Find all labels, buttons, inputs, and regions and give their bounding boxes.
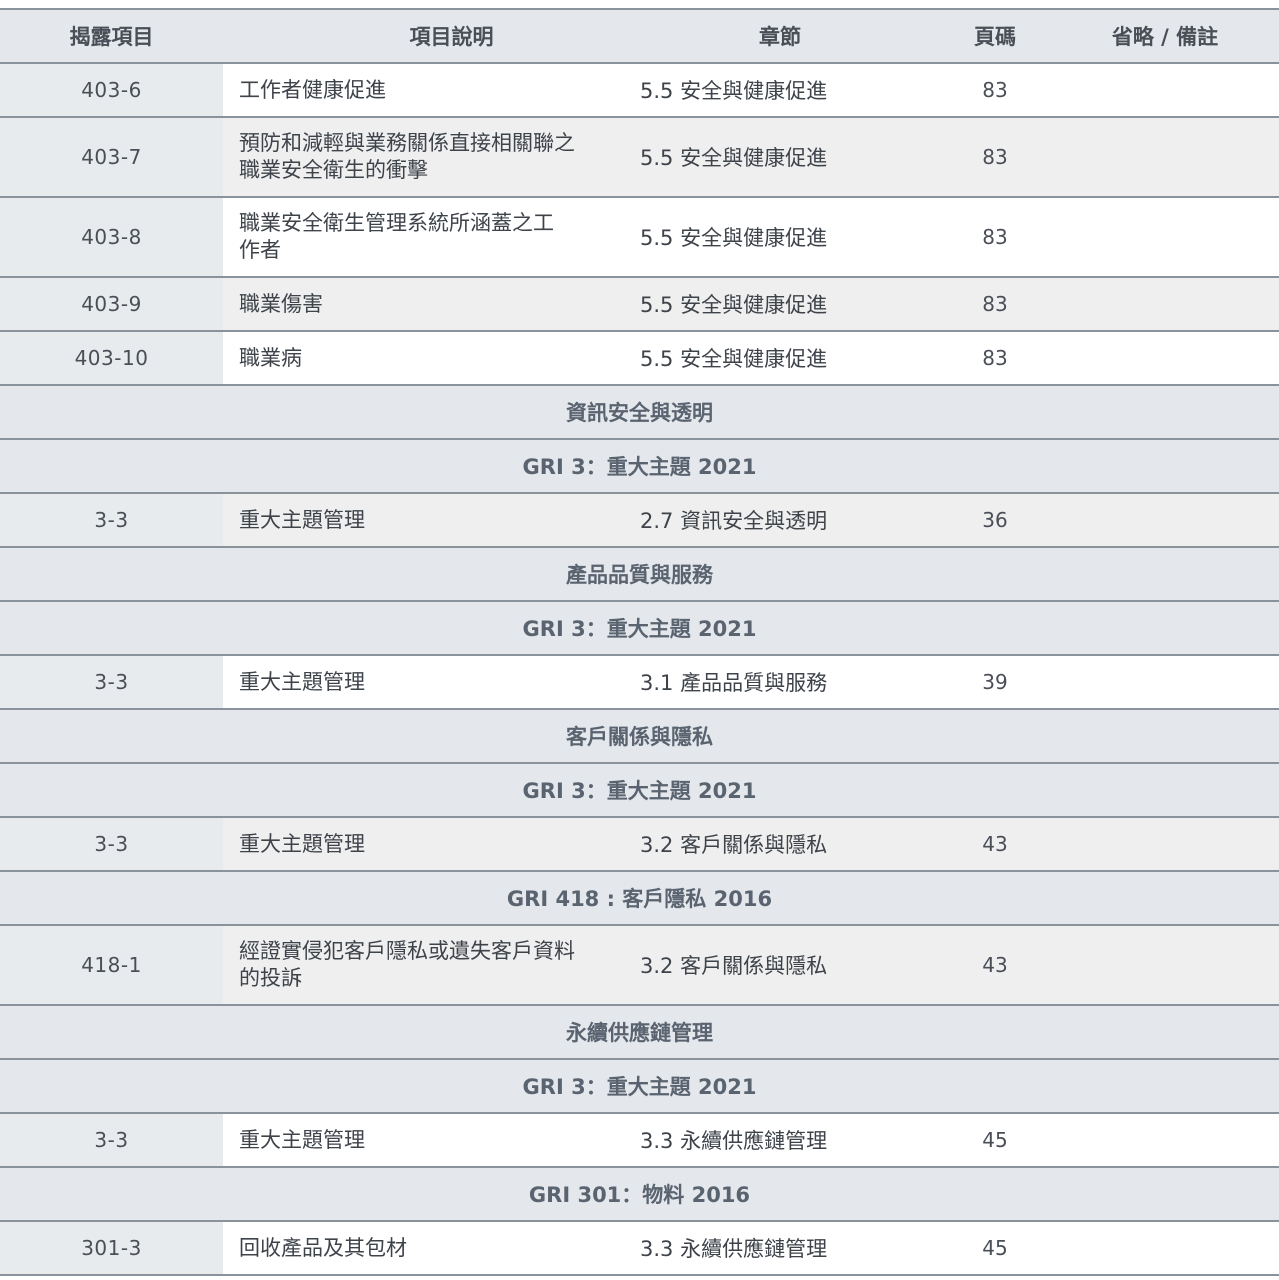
disclosure-description: 重大主題管理 (239, 507, 365, 532)
disclosure-code: 403-9 (0, 278, 223, 330)
chapter-reference: 5.5 安全與健康促進 (640, 347, 828, 371)
description-line: 經證實侵犯客戶隱私或遺失客戶資料 (239, 939, 575, 963)
page-number: 83 (982, 292, 1008, 316)
description-line: 作者 (239, 238, 281, 262)
disclosure-code: 301-3 (0, 1222, 223, 1274)
page-number: 39 (982, 670, 1008, 694)
disclosure-description: 職業病 (239, 345, 302, 370)
disclosure-code: 418-1 (0, 926, 223, 1004)
chapter-reference: 5.5 安全與健康促進 (640, 293, 828, 317)
header-code: 揭露項目 (69, 25, 154, 49)
chapter-reference: 3.2 客戶關係與隱私 (640, 954, 828, 978)
chapter-reference: 3.1 產品品質與服務 (640, 671, 828, 695)
disclosure-description: 職業傷害 (239, 291, 323, 316)
section-heading: 產品品質與服務 (0, 548, 1279, 602)
gri-standard-heading: GRI 3：重大主題 2021 (0, 1060, 1279, 1114)
description-line: 的投訴 (239, 966, 302, 990)
table-row: 3-3 重大主題管理 3.3 永續供應鏈管理 45 (0, 1114, 1279, 1168)
page-number: 83 (982, 145, 1008, 169)
gri-content-index-table: 揭露項目 項目說明 章節 頁碼 省略 / 備註 403-6 工作者健康促進 5.… (0, 8, 1279, 1276)
table-row: 403-9 職業傷害 5.5 安全與健康促進 83 (0, 278, 1279, 332)
page-number: 45 (982, 1128, 1008, 1152)
section-heading: 客戶關係與隱私 (0, 710, 1279, 764)
disclosure-description: 經證實侵犯客戶隱私或遺失客戶資料 的投訴 (239, 938, 619, 992)
page-number: 36 (982, 508, 1008, 532)
table-row: 3-3 重大主題管理 3.1 產品品質與服務 39 (0, 656, 1279, 710)
header-description: 項目說明 (409, 25, 494, 49)
gri-standard-heading: GRI 3：重大主題 2021 (0, 440, 1279, 494)
chapter-reference: 3.2 客戶關係與隱私 (640, 833, 828, 857)
disclosure-code: 403-7 (0, 118, 223, 196)
description-line: 職業安全衛生管理系統所涵蓋之工 (239, 211, 554, 235)
disclosure-code: 3-3 (0, 1114, 223, 1166)
chapter-reference: 2.7 資訊安全與透明 (640, 509, 828, 533)
table-row: 418-1 經證實侵犯客戶隱私或遺失客戶資料 的投訴 3.2 客戶關係與隱私 4… (0, 926, 1279, 1006)
disclosure-code: 3-3 (0, 656, 223, 708)
chapter-reference: 5.5 安全與健康促進 (640, 226, 828, 250)
gri-standard-heading: GRI 301：物料 2016 (0, 1168, 1279, 1222)
page-number: 83 (982, 78, 1008, 102)
table-header: 揭露項目 項目說明 章節 頁碼 省略 / 備註 (0, 8, 1279, 64)
page-number: 83 (982, 225, 1008, 249)
disclosure-code: 3-3 (0, 494, 223, 546)
table-row: 3-3 重大主題管理 2.7 資訊安全與透明 36 (0, 494, 1279, 548)
table-row: 403-7 預防和減輕與業務關係直接相關聯之 職業安全衛生的衝擊 5.5 安全與… (0, 118, 1279, 198)
chapter-reference: 3.3 永續供應鏈管理 (640, 1129, 828, 1153)
table-row: 301-3 回收產品及其包材 3.3 永續供應鏈管理 45 (0, 1222, 1279, 1276)
section-heading: 資訊安全與透明 (0, 386, 1279, 440)
disclosure-description: 工作者健康促進 (239, 77, 386, 102)
disclosure-code: 403-6 (0, 64, 223, 116)
page-number: 45 (982, 1236, 1008, 1260)
disclosure-description: 預防和減輕與業務關係直接相關聯之 職業安全衛生的衝擊 (239, 130, 619, 184)
page-number: 83 (982, 346, 1008, 370)
disclosure-description: 重大主題管理 (239, 1127, 365, 1152)
table-row: 3-3 重大主題管理 3.2 客戶關係與隱私 43 (0, 818, 1279, 872)
table-row: 403-8 職業安全衛生管理系統所涵蓋之工 作者 5.5 安全與健康促進 83 (0, 198, 1279, 278)
chapter-reference: 5.5 安全與健康促進 (640, 79, 828, 103)
table-row: 403-6 工作者健康促進 5.5 安全與健康促進 83 (0, 64, 1279, 118)
header-note: 省略 / 備註 (1111, 25, 1219, 49)
table-row: 403-10 職業病 5.5 安全與健康促進 83 (0, 332, 1279, 386)
page-number: 43 (982, 953, 1008, 977)
chapter-reference: 3.3 永續供應鏈管理 (640, 1237, 828, 1261)
disclosure-code: 403-8 (0, 198, 223, 276)
disclosure-code: 3-3 (0, 818, 223, 870)
disclosure-description: 職業安全衛生管理系統所涵蓋之工 作者 (239, 210, 619, 264)
header-chapter: 章節 (759, 25, 801, 49)
disclosure-description: 回收產品及其包材 (239, 1235, 407, 1260)
gri-standard-heading: GRI 418 : 客戶隱私 2016 (0, 872, 1279, 926)
disclosure-description: 重大主題管理 (239, 831, 365, 856)
disclosure-code: 403-10 (0, 332, 223, 384)
disclosure-description: 重大主題管理 (239, 669, 365, 694)
chapter-reference: 5.5 安全與健康促進 (640, 146, 828, 170)
page-number: 43 (982, 832, 1008, 856)
gri-standard-heading: GRI 3：重大主題 2021 (0, 764, 1279, 818)
header-page: 頁碼 (974, 25, 1016, 49)
description-line: 預防和減輕與業務關係直接相關聯之 (239, 131, 575, 155)
description-line: 職業安全衛生的衝擊 (239, 158, 428, 182)
gri-standard-heading: GRI 3：重大主題 2021 (0, 602, 1279, 656)
section-heading: 永續供應鏈管理 (0, 1006, 1279, 1060)
